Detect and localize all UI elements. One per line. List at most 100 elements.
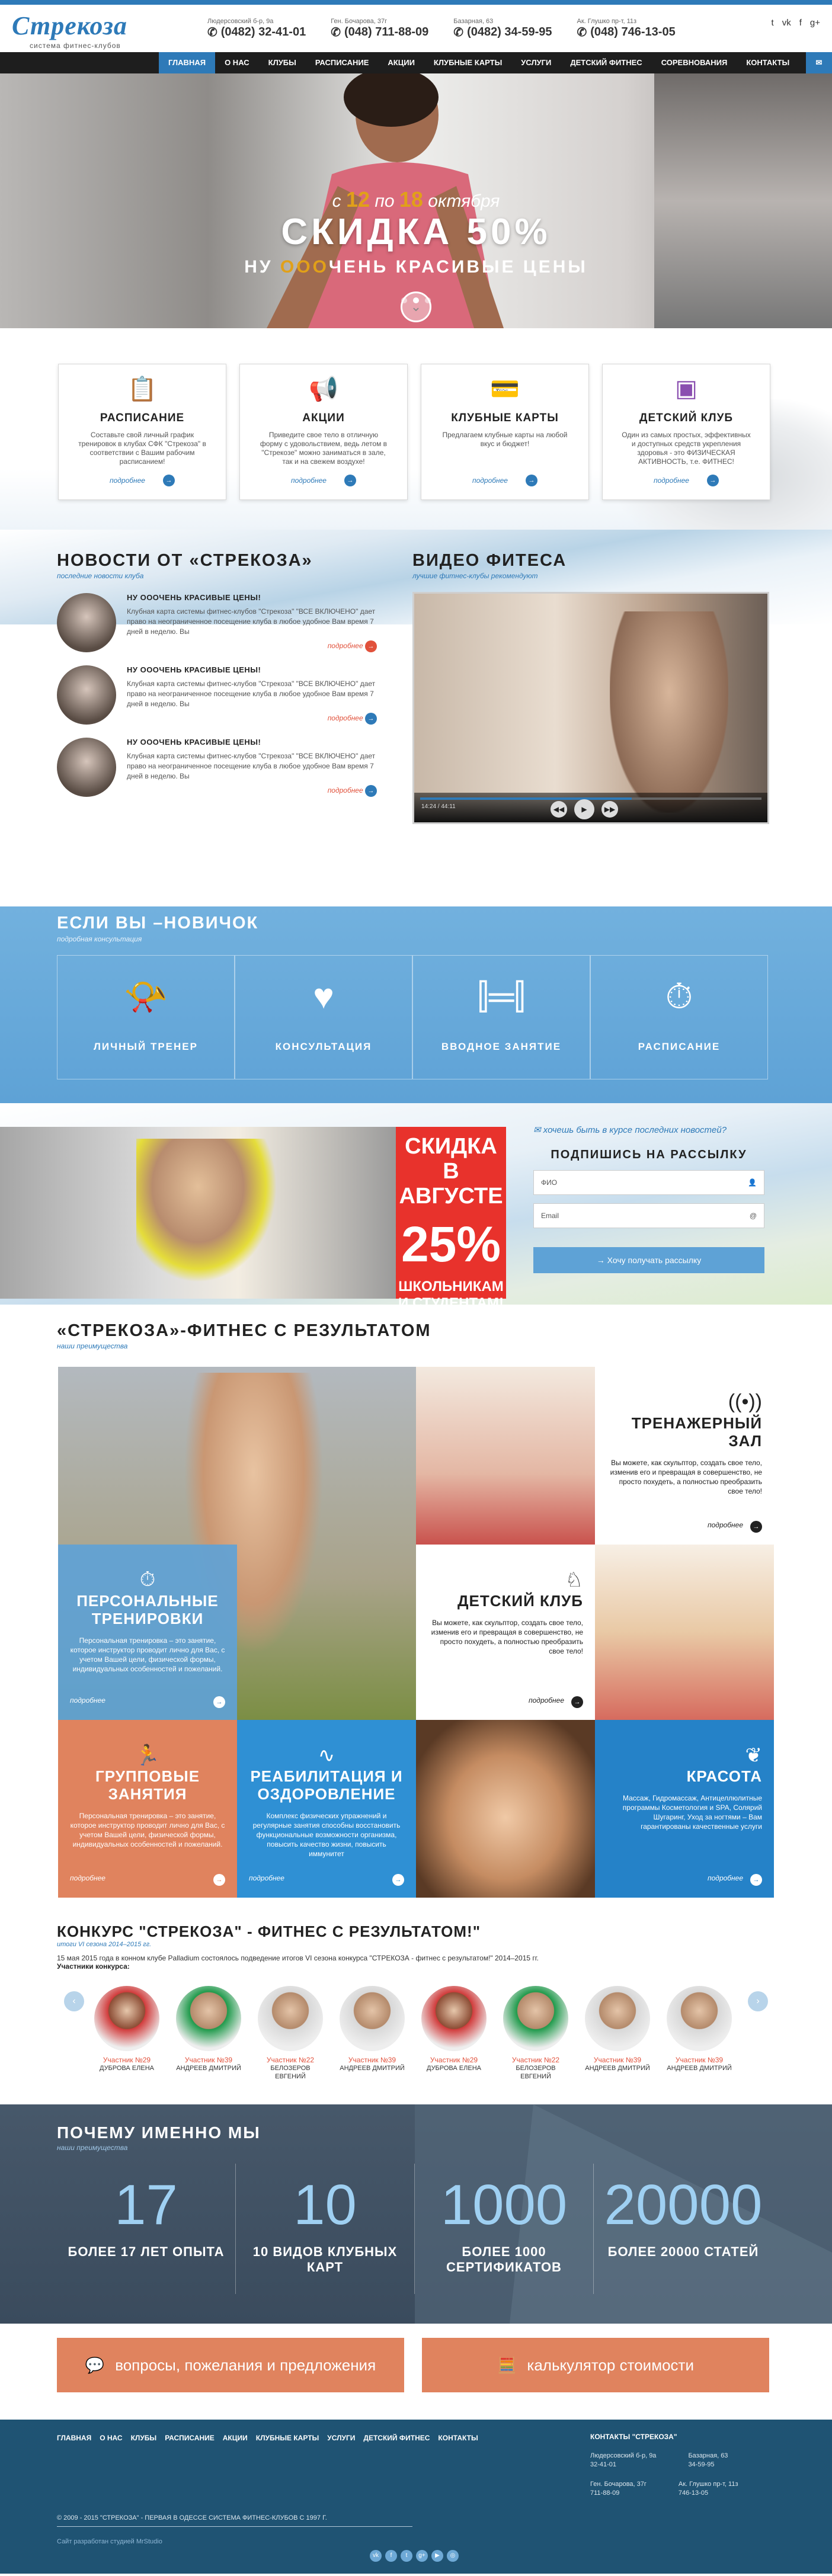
contest-member[interactable]: Участник №29 ДУБРОВА ЕЛЕНА [91,1986,162,2081]
mail-icon[interactable]: ✉ [806,52,832,73]
footer-nav-item[interactable]: КОНТАКТЫ [438,2434,478,2442]
feature-more-link[interactable]: подробнее → [240,475,407,486]
name-field[interactable]: ФИО 👤 [533,1170,764,1195]
footer-nav-item[interactable]: РАСПИСАНИЕ [165,2434,215,2442]
feedback-button[interactable]: 💬 вопросы, пожелания и предложения [57,2338,404,2392]
carousel-prev-icon[interactable]: ‹ [64,1991,84,2011]
service-more-link[interactable]: подробнее → [607,1874,762,1886]
nav-item-clubs[interactable]: Клубы [259,52,306,73]
calculator-button[interactable]: 🧮 калькулятор стоимости [422,2338,769,2392]
nav-item-kids-fitness[interactable]: Детский фитнес [561,52,651,73]
service-personal[interactable]: ⏱ ПЕРСОНАЛЬНЫЕ ТРЕНИРОВКИ Персональная т… [58,1545,237,1720]
contact-phone[interactable]: ✆ (0482) 32-41-01 [207,25,306,40]
contact-phone[interactable]: ✆ (048) 711-88-09 [331,25,428,40]
facebook-icon[interactable]: f [799,18,802,28]
newbie-card-intro[interactable]: ⫿═⫿ ВВОДНОЕ ЗАНЯТИЕ [412,955,590,1079]
contest-member[interactable]: Участник №29 ДУБРОВА ЕЛЕНА [418,1986,489,2081]
nav-item-about[interactable]: О нас [215,52,259,73]
service-more-link[interactable]: подробнее → [70,1696,225,1708]
news-item[interactable]: НУ ОООЧЕНЬ КРАСИВЫЕ ЦЕНЫ! Клубная карта … [57,665,389,725]
video-progress[interactable] [420,797,761,800]
feature-more-link[interactable]: подробнее → [59,475,226,486]
contact-phone[interactable]: ✆ (0482) 34-59-95 [453,25,552,40]
subscribe-button[interactable]: → Хочу получать рассылку [533,1247,764,1273]
feature-card-kids-club[interactable]: ▣ ДЕТСКИЙ КЛУБ Один из самых простых, эф… [602,364,770,500]
contest-member[interactable]: Участник №22 БЕЛОЗЕРОВ ЕВГЕНИЙ [500,1986,571,2081]
service-text: Персональная тренировка – это занятие, к… [70,1812,225,1848]
feature-card-club-cards[interactable]: 💳 КЛУБНЫЕ КАРТЫ Предлагаем клубные карты… [421,364,589,500]
subscribe-title: ПОДПИШИСЬ НА РАССЫЛКУ [551,1148,747,1161]
nav-item-schedule[interactable]: Расписание [306,52,379,73]
nav-item-promos[interactable]: Акции [378,52,424,73]
nav-item-competitions[interactable]: Соревнования [652,52,737,73]
service-kids[interactable]: ♘ ДЕТСКИЙ КЛУБ Вы можете, как скульптор,… [416,1545,595,1720]
footer-phone[interactable]: 711-88-09 [590,2489,647,2498]
newbie-card-trainer[interactable]: 📯 ЛИЧНЫЙ ТРЕНЕР [57,955,235,1079]
vk-icon[interactable]: vk [370,2550,382,2562]
footer-nav-item[interactable]: АКЦИИ [223,2434,248,2442]
newbie-card-schedule[interactable]: ⏱ РАСПИСАНИЕ [590,955,768,1079]
service-more-link[interactable]: подробнее → [249,1874,404,1886]
footer-nav-item[interactable]: О НАС [100,2434,122,2442]
contest-member[interactable]: Участник №22 БЕЛОЗЕРОВ ЕВГЕНИЙ [255,1986,326,2081]
footer-phone[interactable]: 746-13-05 [679,2489,738,2498]
scroll-down-icon[interactable]: ⌄ [401,291,431,322]
youtube-icon[interactable]: ▶ [431,2550,443,2562]
rewind-icon[interactable]: ◀◀ [551,801,567,818]
service-more-link[interactable]: подробнее → [607,1521,762,1533]
facebook-icon[interactable]: f [385,2550,397,2562]
news-more-link[interactable]: подробнее → [127,640,377,652]
feature-text: Один из самых простых, эффективных и дос… [622,431,751,466]
fast-forward-icon[interactable]: ▶▶ [601,801,618,818]
nav-item-services[interactable]: Услуги [511,52,561,73]
vk-icon[interactable]: vk [782,18,791,28]
gplus-icon[interactable]: g+ [416,2550,428,2562]
service-title: ТРЕНАЖЕРНЫЙ ЗАЛ [631,1414,762,1450]
sale-banner[interactable]: СКИДКА В АВГУСТЕ 25% ШКОЛЬНИКАМ И СТУДЕНТА… [396,1127,506,1305]
news-more-link[interactable]: подробнее → [127,713,377,725]
pulse-icon: ∿ [318,1744,335,1767]
carousel-next-icon[interactable]: › [748,1991,768,2011]
feature-card-schedule[interactable]: 📋 РАСПИСАНИЕ Составьте свой личный графи… [58,364,226,500]
feature-more-link[interactable]: подробнее → [603,475,770,486]
video-player[interactable]: 14:24 / 44:11 ◀◀ ▶ ▶▶ [412,592,769,824]
why-stat-number: 17 [114,2173,178,2237]
service-group[interactable]: 🏃 ГРУППОВЫЕ ЗАНЯТИЯ Персональная трениро… [58,1720,237,1898]
feature-card-promos[interactable]: 📢 АКЦИИ Приведите свое тело в отличную ф… [239,364,408,500]
footer-nav-item[interactable]: ДЕТСКИЙ ФИТНЕС [363,2434,430,2442]
service-more-link[interactable]: подробнее → [70,1874,225,1886]
newbie-card-consultation[interactable]: ♥ КОНСУЛЬТАЦИЯ [235,955,412,1079]
contest-member[interactable]: Участник №39 АНДРЕЕВ ДМИТРИЙ [582,1986,653,2081]
twitter-icon[interactable]: t [401,2550,412,2562]
feature-more-link[interactable]: подробнее → [421,475,588,486]
service-rehab[interactable]: ∿ РЕАБИЛИТАЦИЯ И ОЗДОРОВЛЕНИЕ Комплекс ф… [237,1720,416,1898]
gplus-icon[interactable]: g+ [810,18,820,28]
results-title: «СТРЕКОЗА»-ФИТНЕС С РЕЗУЛЬТАТОМ [57,1321,431,1340]
footer-nav-item[interactable]: КЛУБЫ [131,2434,157,2442]
nav-item-club-cards[interactable]: Клубные карты [424,52,511,73]
footer-nav-item[interactable]: ГЛАВНАЯ [57,2434,91,2442]
instagram-icon[interactable]: ◎ [447,2550,459,2562]
contact-phone[interactable]: ✆ (048) 746-13-05 [577,25,676,40]
news-more-link[interactable]: подробнее → [127,785,377,797]
newbie-card-label: КОНСУЛЬТАЦИЯ [275,1041,372,1052]
email-field[interactable]: Email @ [533,1203,764,1228]
footer-nav-item[interactable]: УСЛУГИ [327,2434,355,2442]
contest-member[interactable]: Участник №39 АНДРЕЕВ ДМИТРИЙ [173,1986,244,2081]
contest-member[interactable]: Участник №39 АНДРЕЕВ ДМИТРИЙ [664,1986,735,2081]
twitter-icon[interactable]: t [772,18,774,28]
footer-phone[interactable]: 34-59-95 [688,2460,728,2469]
footer-nav-item[interactable]: КЛУБНЫЕ КАРТЫ [256,2434,319,2442]
nav-item-contacts[interactable]: Контакты [737,52,799,73]
play-icon[interactable]: ▶ [574,799,594,819]
service-more-link[interactable]: подробнее → [428,1696,583,1708]
contest-member[interactable]: Участник №39 АНДРЕЕВ ДМИТРИЙ [337,1986,408,2081]
news-item[interactable]: НУ ОООЧЕНЬ КРАСИВЫЕ ЦЕНЫ! Клубная карта … [57,593,389,652]
footer-phone[interactable]: 32-41-01 [590,2460,656,2469]
nav-item-home[interactable]: Главная [159,52,216,73]
service-beauty[interactable]: ❦ КРАСОТА Массаж, Гидромассаж, Антицеллю… [595,1720,774,1898]
logo[interactable]: Стрекоза система фитнес-клубов [12,11,190,52]
developer-credit[interactable]: Сайт разработан студией MrStudio [57,2538,162,2545]
news-item[interactable]: НУ ОООЧЕНЬ КРАСИВЫЕ ЦЕНЫ! Клубная карта … [57,738,389,797]
service-gym[interactable]: ((•)) ТРЕНАЖЕРНЫЙ ЗАЛ Вы можете, как ску… [595,1367,774,1545]
